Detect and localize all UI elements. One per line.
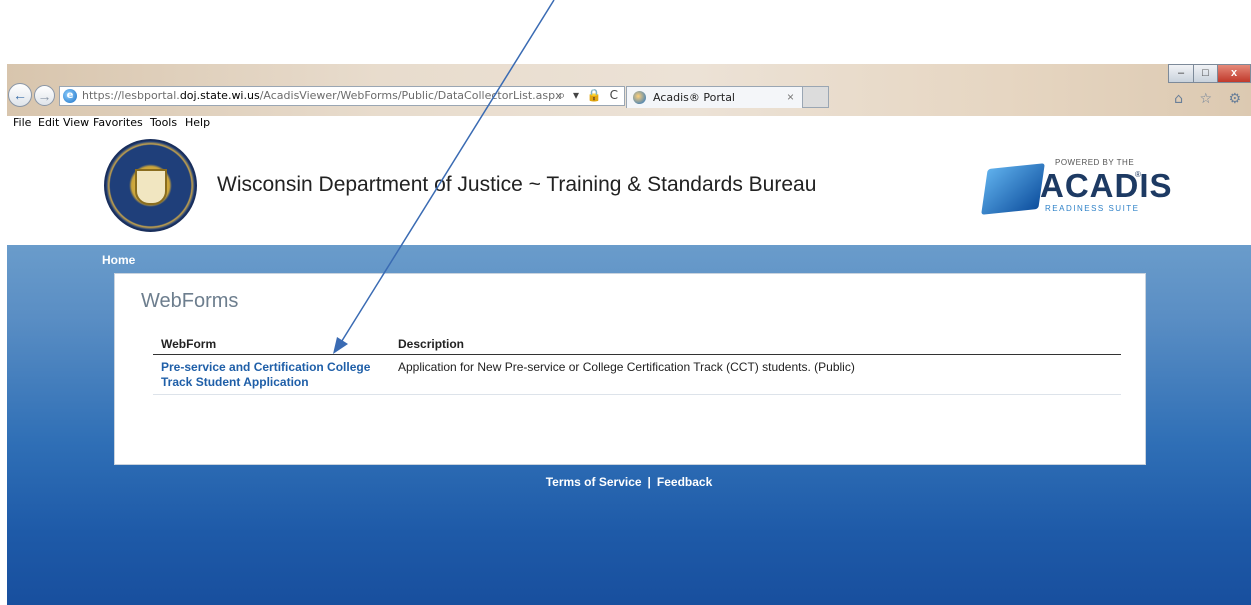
- window-controls: – □ x: [1168, 64, 1251, 84]
- home-favorites-settings-icons[interactable]: ⌂ ☆ ⚙: [1174, 91, 1247, 107]
- seal-shield-icon: [135, 169, 167, 205]
- tab-acadis-portal[interactable]: Acadis® Portal ×: [626, 86, 803, 108]
- menu-favorites[interactable]: Favorites: [93, 116, 143, 129]
- page-title: WebForms: [141, 290, 239, 312]
- page-header: Wisconsin Department of Justice ~ Traini…: [7, 130, 1251, 245]
- back-button[interactable]: ←: [8, 83, 32, 107]
- close-window-button[interactable]: x: [1217, 64, 1251, 83]
- title-bar: ← → e https://lesbportal.doj.state.wi.us…: [7, 64, 1251, 116]
- acadis-logo: POWERED BY THE ACADIS ® READINESS SUITE: [981, 158, 1172, 218]
- webform-link-preservice-application[interactable]: Pre-service and Certification College Tr…: [161, 360, 386, 390]
- url-text[interactable]: https://lesbportal.doj.state.wi.us/Acadi…: [82, 89, 562, 102]
- table-header-row: WebForm Description: [153, 334, 1121, 355]
- menu-bar: File Edit View Favorites Tools Help: [7, 116, 1251, 130]
- acadis-readiness-suite: READINESS SUITE: [1045, 204, 1140, 213]
- wisconsin-seal-logo: [104, 139, 197, 232]
- page-body: Home WebForms WebForm Description Pre-se…: [7, 245, 1251, 605]
- address-icons[interactable]: ⌕ ▾ 🔒 C: [558, 88, 620, 103]
- column-header-webform: WebForm: [161, 337, 217, 351]
- acadis-wordmark: ACADIS: [1040, 167, 1173, 204]
- minimize-button[interactable]: –: [1168, 64, 1194, 83]
- home-link[interactable]: Home: [102, 253, 135, 267]
- acadis-logo-icon: [981, 163, 1045, 215]
- column-header-description: Description: [398, 337, 465, 351]
- maximize-button[interactable]: □: [1193, 64, 1218, 83]
- acadis-powered-by: POWERED BY THE: [1055, 158, 1135, 167]
- tab-favicon-icon: [633, 91, 646, 104]
- tab-title: Acadis® Portal: [653, 91, 735, 104]
- new-tab-button[interactable]: [803, 86, 829, 108]
- tab-close-icon[interactable]: ×: [787, 90, 794, 104]
- address-bar[interactable]: e https://lesbportal.doj.state.wi.us/Aca…: [59, 86, 625, 106]
- webform-description: Application for New Pre-service or Colle…: [398, 360, 855, 374]
- table-row: Pre-service and Certification College Tr…: [153, 356, 1121, 395]
- terms-of-service-link[interactable]: Terms of Service: [546, 475, 642, 489]
- ie-icon: e: [63, 89, 77, 103]
- footer: Terms of Service | Feedback: [7, 475, 1251, 489]
- menu-help[interactable]: Help: [185, 116, 210, 129]
- footer-separator: |: [647, 475, 651, 489]
- acadis-registered-mark: ®: [1135, 170, 1141, 179]
- browser-window: ← → e https://lesbportal.doj.state.wi.us…: [7, 64, 1251, 605]
- forward-button[interactable]: →: [34, 85, 55, 106]
- menu-file[interactable]: File: [13, 116, 31, 129]
- site-title: Wisconsin Department of Justice ~ Traini…: [217, 173, 817, 196]
- webforms-panel: WebForms WebForm Description Pre-service…: [114, 273, 1146, 465]
- feedback-link[interactable]: Feedback: [657, 475, 712, 489]
- menu-view[interactable]: View: [63, 116, 89, 129]
- menu-edit[interactable]: Edit: [38, 116, 59, 129]
- menu-tools[interactable]: Tools: [150, 116, 177, 129]
